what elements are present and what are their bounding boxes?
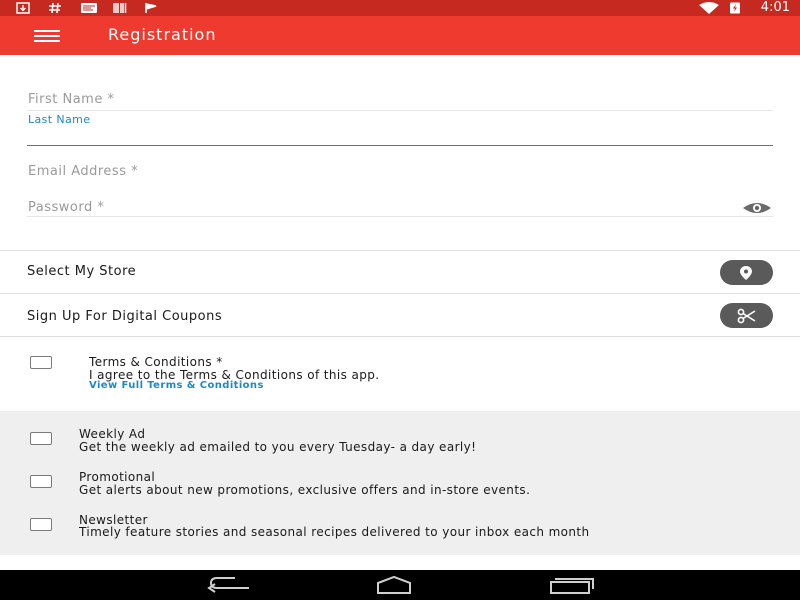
navigation-bar xyxy=(0,570,800,600)
promotional-description: Get alerts about new promotions, exclusi… xyxy=(79,483,531,497)
back-icon[interactable] xyxy=(205,575,253,595)
weekly-ad-title: Weekly Ad xyxy=(79,427,146,441)
email-field[interactable]: Email Address * xyxy=(28,164,138,179)
app-bar: Registration xyxy=(0,16,800,55)
wifi-icon xyxy=(699,2,719,14)
digital-coupons-label: Sign Up For Digital Coupons xyxy=(27,309,223,324)
barcode-icon xyxy=(113,3,127,13)
select-store-row[interactable]: Select My Store xyxy=(0,250,800,294)
status-time: 4:01 xyxy=(760,0,790,15)
promotional-title: Promotional xyxy=(79,470,156,484)
news-icon xyxy=(81,3,97,13)
terms-title: Terms & Conditions * xyxy=(89,355,223,369)
status-bar: 4:01 xyxy=(0,0,800,16)
first-name-field[interactable]: First Name * xyxy=(28,92,114,107)
newsletter-checkbox[interactable] xyxy=(30,518,52,531)
divider xyxy=(0,336,800,337)
recents-icon[interactable] xyxy=(548,575,596,595)
download-icon xyxy=(16,2,30,14)
weekly-ad-checkbox[interactable] xyxy=(30,432,52,445)
last-name-field-label: Last Name xyxy=(28,113,91,126)
eye-icon[interactable] xyxy=(742,201,772,215)
hashtag-icon xyxy=(49,2,61,14)
digital-coupons-row[interactable]: Sign Up For Digital Coupons xyxy=(0,293,800,337)
password-field[interactable]: Password * xyxy=(28,200,104,215)
select-store-button[interactable] xyxy=(720,260,773,285)
hamburger-menu-icon[interactable] xyxy=(34,27,60,45)
terms-checkbox[interactable] xyxy=(30,356,52,369)
page-title: Registration xyxy=(108,25,217,44)
location-pin-icon xyxy=(740,266,752,280)
select-store-label: Select My Store xyxy=(27,264,137,279)
scissors-icon xyxy=(737,308,756,324)
view-terms-link[interactable]: View Full Terms & Conditions xyxy=(89,380,264,391)
password-underline xyxy=(27,216,773,217)
digital-coupons-button[interactable] xyxy=(720,303,773,328)
weekly-ad-description: Get the weekly ad emailed to you every T… xyxy=(79,440,477,454)
newsletter-description: Timely feature stories and seasonal reci… xyxy=(79,525,590,539)
promotional-checkbox[interactable] xyxy=(30,475,52,488)
last-name-field[interactable] xyxy=(27,145,773,146)
battery-charging-icon xyxy=(730,2,740,14)
first-name-underline xyxy=(27,110,773,111)
flag-icon xyxy=(145,3,157,13)
home-icon[interactable] xyxy=(376,575,424,595)
